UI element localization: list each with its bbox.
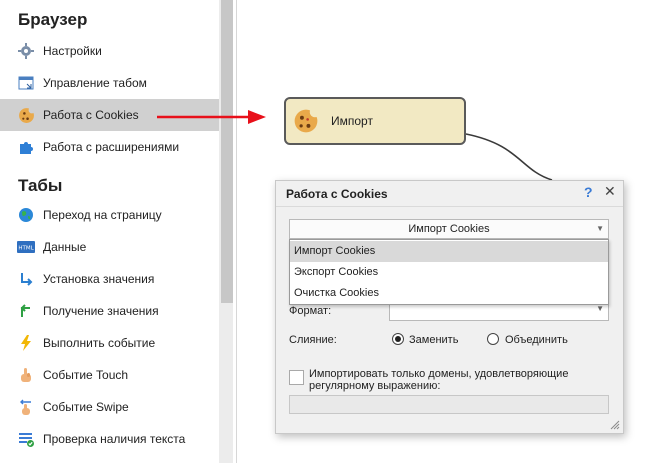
cookies-dialog: Работа с Cookies ? ✕ Импорт Cookies ▼ Фо… (275, 180, 624, 434)
node-label: Импорт (331, 114, 373, 128)
regex-checkbox-label: Импортировать только домены, удовлетворя… (309, 368, 568, 392)
chevron-down-icon[interactable]: ▼ (596, 220, 604, 238)
title-divider (276, 206, 623, 207)
cookie-icon (293, 106, 321, 134)
regex-domain-checkbox[interactable] (289, 370, 304, 385)
node-connector-line (465, 133, 553, 181)
action-select[interactable]: Импорт Cookies ▼ (289, 219, 609, 239)
resize-grip-icon[interactable] (610, 420, 620, 430)
format-label: Формат: (289, 305, 332, 317)
merge-combine-label[interactable]: Объединить (505, 334, 568, 346)
dropdown-option-export[interactable]: Экспорт Cookies (290, 262, 608, 283)
regex-input[interactable] (289, 395, 609, 414)
regex-checkbox-label-line1: Импортировать только домены, удовлетворя… (309, 368, 569, 380)
help-icon[interactable]: ? (584, 184, 593, 200)
format-select[interactable]: ▼ (389, 303, 609, 321)
merge-replace-label[interactable]: Заменить (409, 334, 458, 346)
action-dropdown-list: Импорт Cookies Экспорт Cookies Очистка C… (289, 239, 609, 305)
dropdown-option-clear[interactable]: Очистка Cookies (290, 283, 608, 304)
merge-combine-radio[interactable] (487, 333, 499, 345)
action-select-value: Импорт Cookies (408, 223, 490, 235)
regex-checkbox-label-line2: регулярному выражению: (309, 380, 441, 392)
merge-replace-radio[interactable] (392, 333, 404, 345)
dialog-title: Работа с Cookies (286, 187, 388, 201)
action-node-import[interactable]: Импорт (284, 97, 466, 145)
close-icon[interactable]: ✕ (604, 183, 616, 200)
chevron-down-icon[interactable]: ▼ (596, 304, 604, 313)
merge-label: Слияние: (289, 334, 337, 346)
dropdown-option-import[interactable]: Импорт Cookies (290, 241, 608, 262)
pointer-arrowhead (248, 110, 266, 124)
